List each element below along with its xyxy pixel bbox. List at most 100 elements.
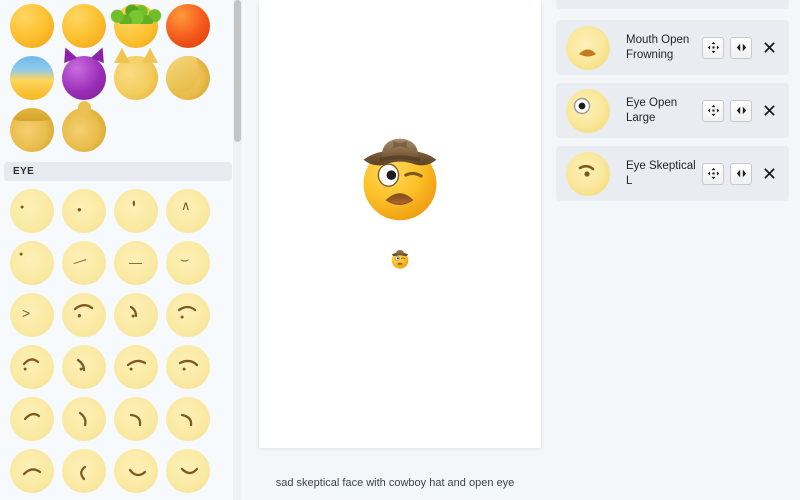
part-cell[interactable] [162,52,214,104]
part-cell[interactable]: ∧ [162,185,214,237]
eye-wink-curve-a-icon[interactable]: ● [114,345,158,389]
parts-scrollbar-thumb[interactable] [234,0,241,142]
eye-wink-curve-b-icon[interactable]: ● [166,345,210,389]
part-cell[interactable]: ● [58,185,110,237]
eye-closed-curve-icon[interactable]: ⌣ [166,241,210,285]
part-cell[interactable]: ● [110,341,162,393]
eye-brow-dot-b-icon[interactable]: ● [114,293,158,337]
eye-closed-happy-d-icon[interactable] [166,449,210,493]
part-cell[interactable] [110,52,162,104]
part-cell[interactable] [6,393,58,445]
part-cell[interactable]: ● [6,341,58,393]
part-cell[interactable]: ● [110,289,162,341]
flip-layer-button[interactable] [730,37,752,59]
eye-lash-down-d-icon[interactable] [166,397,210,441]
part-cell[interactable] [162,393,214,445]
part-cell[interactable] [58,393,110,445]
flip-layer-button[interactable] [730,100,752,122]
move-layer-button[interactable] [702,37,724,59]
eye-glyph: ⌣ [180,252,189,266]
eye-closed-happy-c-icon[interactable] [114,449,158,493]
part-cell[interactable] [162,0,214,52]
eye-brow-dot-a-icon[interactable]: ● [62,293,106,337]
layer-row[interactable]: Mouth Open Frowning [556,20,789,75]
yellow-face-base-icon[interactable] [10,4,54,48]
eye-open-large-pupil [387,170,397,180]
eye-glyph: ● [131,313,135,320]
part-cell[interactable]: ● [58,341,110,393]
remove-layer-button[interactable] [758,100,780,122]
layer-buttons [702,37,780,59]
parts-scrollbar-track[interactable] [233,0,242,500]
composed-emoji-thumbnail [389,248,411,270]
composed-emoji[interactable] [352,130,448,226]
remove-layer-button[interactable] [758,37,780,59]
move-layer-button[interactable] [702,163,724,185]
part-cell[interactable] [6,0,58,52]
part-cell[interactable]: ⌣ [162,237,214,289]
part-cell[interactable]: ― [58,237,110,289]
layer-row[interactable] [556,0,789,9]
part-cell[interactable] [110,0,162,52]
eye-closed-happy-a-icon[interactable] [10,449,54,493]
layer-row[interactable]: Eye Open Large [556,83,789,138]
part-cell[interactable] [58,0,110,52]
emoji-parts-panel: EYE ●●●∧●――⌣>●●●●●●● [0,0,245,500]
part-cell[interactable] [6,445,58,497]
short-hair-face-base-icon[interactable] [10,108,54,152]
part-cell[interactable]: ● [110,185,162,237]
move-layer-button[interactable] [702,100,724,122]
part-cell[interactable]: ● [6,237,58,289]
eye-lash-down-a-icon[interactable] [10,397,54,441]
eye-greater-than-icon[interactable]: > [10,293,54,337]
red-angry-face-base-icon[interactable] [166,4,210,48]
part-cell[interactable] [110,445,162,497]
part-cell[interactable] [58,445,110,497]
blue-yellow-gradient-face-base-icon[interactable] [10,56,54,100]
eye-lash-down-b-icon[interactable] [62,397,106,441]
eye-closed-line-icon[interactable]: ― [114,241,158,285]
zombie-green-face-base-icon[interactable] [114,4,158,48]
remove-layer-button[interactable] [758,163,780,185]
emoji-builder-app: EYE ●●●∧●――⌣>●●●●●●● [0,0,800,500]
eye-dot-oval-icon[interactable]: ● [62,189,106,233]
part-cell[interactable]: ● [58,289,110,341]
part-cell[interactable] [162,445,214,497]
flip-layer-button[interactable] [730,163,752,185]
eye-closed-happy-b-icon[interactable] [62,449,106,493]
layer-row[interactable]: Eye Skeptical L [556,146,789,201]
part-cell[interactable] [110,393,162,445]
eye-closed-slant-icon[interactable]: ― [62,241,106,285]
cat-face-base-icon[interactable] [114,56,158,100]
part-cell[interactable]: ● [6,185,58,237]
part-cell[interactable]: > [6,289,58,341]
parts-scroll-area[interactable]: EYE ●●●∧●――⌣>●●●●●●● [0,0,236,500]
eye-glyph: ● [20,204,24,211]
part-cell[interactable] [6,52,58,104]
eye-skeptical-b-icon[interactable]: ● [62,345,106,389]
move-icon [707,41,720,54]
emoji-canvas[interactable] [259,0,541,448]
eye-dot-upper-left-icon[interactable]: ● [10,241,54,285]
eye-skeptical-a-icon[interactable]: ● [10,345,54,389]
part-cell[interactable] [6,104,58,156]
eye-vertical-oval-icon[interactable]: ● [114,189,158,233]
eye-brow-dot-c-icon[interactable]: ● [166,293,210,337]
blonde-hair-face-base-icon[interactable] [166,56,210,100]
eye-angry-v-icon[interactable]: ∧ [166,189,210,233]
eye-parts-grid: ●●●∧●――⌣>●●●●●●● [0,185,236,497]
layer-label: Eye Open Large [610,96,702,124]
eye-dot-small-icon[interactable]: ● [10,189,54,233]
part-cell[interactable] [58,104,110,156]
base-parts-grid [0,0,236,156]
part-cell[interactable]: ● [162,341,214,393]
yellow-face-base-icon[interactable] [62,4,106,48]
purple-devil-face-base-icon[interactable] [62,56,106,100]
part-cell[interactable]: ● [162,289,214,341]
layer-label: Eye Skeptical L [610,159,702,187]
eye-glyph: ● [182,366,186,373]
part-cell[interactable]: ― [110,237,162,289]
part-cell[interactable] [58,52,110,104]
hair-bun-face-base-icon[interactable] [62,108,106,152]
eye-lash-down-c-icon[interactable] [114,397,158,441]
